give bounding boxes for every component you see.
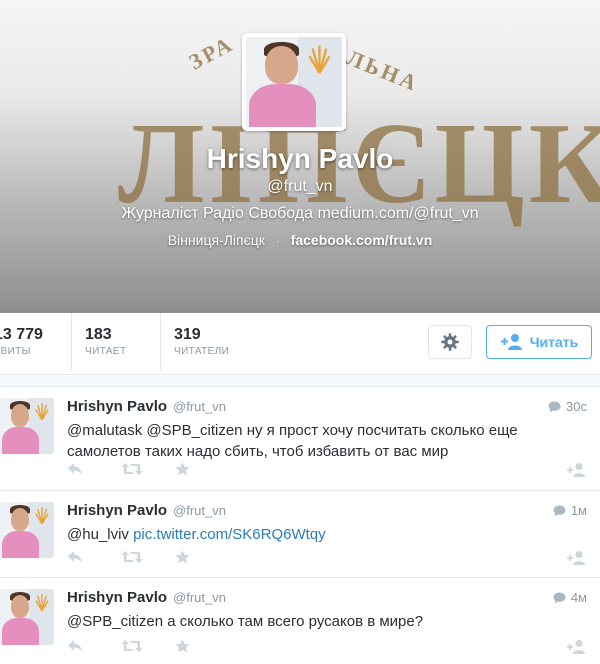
tweet-author-name: Hrishyn Pavlo bbox=[67, 398, 168, 415]
tweet-text: @hu_lviv pic.twitter.com/SK6RQ6Wtqy bbox=[67, 524, 567, 545]
avatar-photo bbox=[0, 589, 54, 645]
tweet-mention[interactable]: @hu_lviv bbox=[67, 526, 129, 543]
avatar-photo bbox=[246, 37, 342, 127]
tweet-mention[interactable]: @malutask bbox=[67, 422, 142, 439]
settings-button[interactable] bbox=[428, 325, 472, 359]
tweet-author-handle: @frut_vn bbox=[173, 590, 226, 605]
tweet-author-handle: @frut_vn bbox=[173, 503, 226, 518]
retweet-icon bbox=[121, 640, 143, 652]
profile-header-banner: ЗРА ЛЬНА ЛІПЄЦК Hrishyn Pavlo @frut_vn Ж… bbox=[0, 0, 600, 313]
radio-logo-icon bbox=[34, 594, 49, 612]
profile-name: Hrishyn Pavlo bbox=[206, 143, 394, 174]
retweet-icon bbox=[121, 551, 143, 563]
add-user-icon bbox=[567, 640, 585, 654]
tweet-follow-button[interactable] bbox=[566, 639, 586, 660]
profile-handle: @frut_vn bbox=[267, 178, 333, 195]
tweet-timestamp[interactable]: 1м bbox=[553, 503, 587, 518]
reply-button[interactable] bbox=[67, 462, 121, 476]
tweet-media-link[interactable]: pic.twitter.com/SK6RQ6Wtqy bbox=[133, 526, 326, 543]
stat-divider bbox=[160, 313, 161, 371]
add-user-icon bbox=[500, 334, 522, 350]
tweet-text: @SPB_citizen а сколько там всего русаков… bbox=[67, 611, 567, 632]
reply-icon bbox=[68, 463, 82, 475]
stat-following[interactable]: 183 ЧИТАЕТ bbox=[85, 325, 126, 359]
radio-logo-icon bbox=[34, 403, 49, 421]
tweet-body: а сколько там всего русаков в мире? bbox=[167, 613, 424, 630]
tweet-item[interactable]: Hrishyn Pavlo @frut_vn 4м @SPB_citizen а … bbox=[0, 579, 600, 664]
retweet-button[interactable] bbox=[121, 462, 175, 476]
tweet-avatar[interactable] bbox=[0, 502, 54, 558]
stat-tweets-label: ТВИТЫ bbox=[0, 346, 31, 357]
profile-page: ЗРА ЛЬНА ЛІПЄЦК Hrishyn Pavlo @frut_vn Ж… bbox=[0, 0, 600, 664]
follow-button[interactable]: Читать bbox=[486, 325, 592, 359]
tweet-time: 30с bbox=[566, 399, 587, 414]
stat-followers-label: ЧИТАТЕЛИ bbox=[174, 346, 230, 357]
tweet-text: @malutask @SPB_citizen ну я прост хочу п… bbox=[67, 420, 567, 462]
reply-button[interactable] bbox=[67, 550, 121, 564]
profile-location: Вінниця-Ліпєцк bbox=[167, 232, 265, 248]
reply-bubble-icon bbox=[548, 401, 561, 412]
meta-separator: · bbox=[275, 236, 280, 248]
retweet-button[interactable] bbox=[121, 550, 175, 564]
reply-bubble-icon bbox=[553, 505, 566, 516]
retweet-button[interactable] bbox=[121, 639, 175, 653]
profile-avatar[interactable] bbox=[242, 33, 346, 131]
reply-button[interactable] bbox=[67, 639, 121, 653]
banner-arc-text-left: ЗРА bbox=[184, 30, 239, 75]
tweet-actions bbox=[67, 639, 229, 653]
tweet-timestamp[interactable]: 30с bbox=[548, 399, 587, 414]
reply-icon bbox=[68, 640, 82, 652]
gear-icon bbox=[441, 333, 459, 351]
tweet-time: 1м bbox=[570, 503, 587, 518]
radio-logo-icon bbox=[34, 507, 49, 525]
stat-tweets[interactable]: 13 779 ТВИТЫ bbox=[0, 325, 43, 359]
radio-logo-icon bbox=[308, 45, 331, 74]
tweet-mention[interactable]: @SPB_citizen bbox=[146, 422, 242, 439]
tweet-follow-button[interactable] bbox=[566, 550, 586, 571]
avatar-photo bbox=[0, 502, 54, 558]
profile-meta: Вінниця-Ліпєцк · facebook.com/frut.vn bbox=[0, 232, 600, 248]
star-icon bbox=[175, 550, 190, 564]
avatar-photo bbox=[0, 398, 54, 454]
stat-followers[interactable]: 319 ЧИТАТЕЛИ bbox=[174, 325, 229, 359]
tweet-actions bbox=[67, 550, 229, 564]
banner-arc-text-right: ЛЬНА bbox=[343, 44, 424, 97]
tweet-author[interactable]: Hrishyn Pavlo @frut_vn bbox=[67, 589, 226, 606]
tweet-avatar[interactable] bbox=[0, 398, 54, 454]
tweet-author-handle: @frut_vn bbox=[173, 399, 226, 414]
section-gap bbox=[0, 376, 600, 387]
tweet-timestamp[interactable]: 4м bbox=[553, 590, 587, 605]
favorite-button[interactable] bbox=[175, 550, 229, 564]
tweet-item[interactable]: Hrishyn Pavlo @frut_vn 1м @hu_lviv pic.tw… bbox=[0, 492, 600, 578]
retweet-icon bbox=[121, 463, 143, 475]
tweet-author-name: Hrishyn Pavlo bbox=[67, 589, 168, 606]
stat-following-label: ЧИТАЕТ bbox=[85, 346, 127, 357]
stat-divider bbox=[71, 313, 72, 371]
tweet-mention[interactable]: @SPB_citizen bbox=[67, 613, 163, 630]
tweet-author[interactable]: Hrishyn Pavlo @frut_vn bbox=[67, 398, 226, 415]
follow-button-label: Читать bbox=[529, 334, 579, 350]
profile-bio: Журналіст Радіо Свобода medium.com/@frut… bbox=[121, 205, 479, 222]
favorite-button[interactable] bbox=[175, 639, 229, 653]
tweet-follow-button[interactable] bbox=[566, 462, 586, 483]
star-icon bbox=[175, 639, 190, 653]
tweet-author[interactable]: Hrishyn Pavlo @frut_vn bbox=[67, 502, 226, 519]
tweet-author-name: Hrishyn Pavlo bbox=[67, 502, 168, 519]
tweet-item[interactable]: Hrishyn Pavlo @frut_vn 30с @malutask @SPB… bbox=[0, 388, 600, 491]
stat-following-count: 183 bbox=[85, 326, 112, 343]
tweet-time: 4м bbox=[570, 590, 587, 605]
tweet-actions bbox=[67, 462, 229, 476]
stat-tweets-count: 13 779 bbox=[0, 326, 43, 343]
favorite-button[interactable] bbox=[175, 462, 229, 476]
tweet-avatar[interactable] bbox=[0, 589, 54, 645]
add-user-icon bbox=[567, 463, 585, 477]
profile-website-link[interactable]: facebook.com/frut.vn bbox=[291, 232, 433, 248]
star-icon bbox=[175, 462, 190, 476]
reply-bubble-icon bbox=[553, 592, 566, 603]
reply-icon bbox=[68, 551, 82, 563]
stat-followers-count: 319 bbox=[174, 326, 201, 343]
add-user-icon bbox=[567, 551, 585, 565]
